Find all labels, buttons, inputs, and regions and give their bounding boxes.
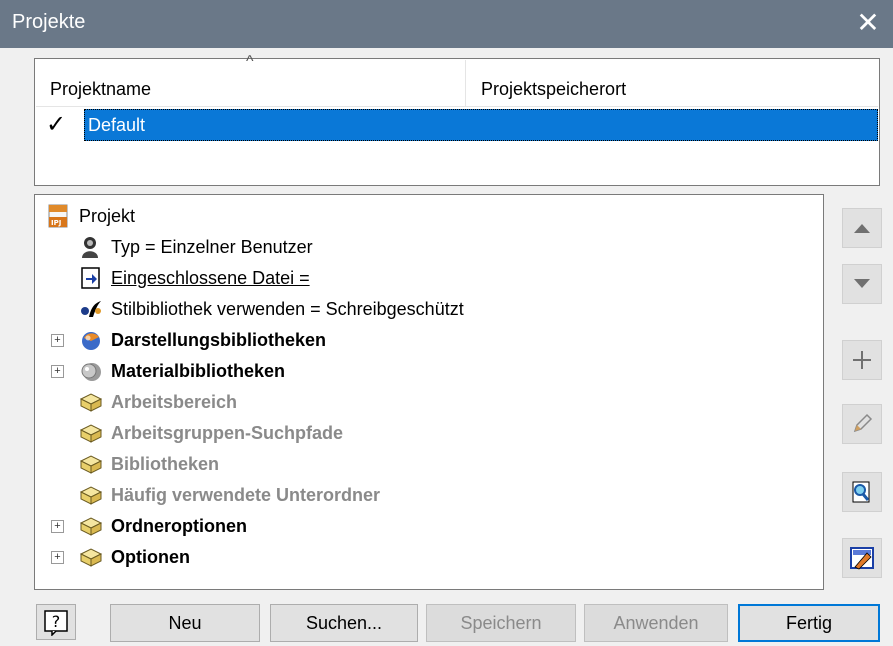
tree-item-label: Arbeitsgruppen-Suchpfade xyxy=(111,423,344,443)
close-icon[interactable]: ✕ xyxy=(849,4,887,42)
ipj-file-icon: IPJ xyxy=(48,204,68,228)
neu-button[interactable]: Neu xyxy=(110,604,260,642)
project-settings-tree[interactable]: IPJ Projekt Typ = Einzelner Benutzer Ein… xyxy=(34,194,824,590)
help-button[interactable]: ? xyxy=(36,604,76,640)
suchen-button[interactable]: Suchen... xyxy=(270,604,418,642)
svg-text:IPJ: IPJ xyxy=(51,219,61,227)
expand-icon[interactable]: + xyxy=(51,551,64,564)
tree-item-label: Optionen xyxy=(111,547,190,567)
folder-icon xyxy=(79,548,103,567)
tree-item-label: Typ = Einzelner Benutzer xyxy=(111,237,313,257)
tree-item-label: Arbeitsbereich xyxy=(111,392,238,412)
move-down-icon xyxy=(854,279,870,288)
title-bar: Projekte ✕ xyxy=(0,0,893,48)
active-project-checkmark-icon: ✓ xyxy=(46,111,67,138)
project-name-cell[interactable]: Default xyxy=(84,109,878,141)
sort-ascending-icon: ^ xyxy=(246,53,254,70)
expand-icon[interactable]: + xyxy=(51,365,64,378)
tree-item-label: Bibliotheken xyxy=(111,454,220,474)
add-path-button[interactable] xyxy=(842,340,882,380)
find-in-path-icon xyxy=(852,481,870,503)
expand-icon[interactable]: + xyxy=(51,520,64,533)
move-up-button[interactable] xyxy=(842,208,882,248)
edit-paths-button[interactable] xyxy=(842,538,882,578)
folder-icon xyxy=(79,455,103,474)
appearance-library-icon xyxy=(82,332,100,350)
column-header-projektspeicherort[interactable]: Projektspeicherort xyxy=(467,60,878,106)
folder-icon xyxy=(79,424,103,443)
edit-paths-icon xyxy=(850,547,874,570)
move-down-button[interactable] xyxy=(842,264,882,304)
expand-icon[interactable]: + xyxy=(51,334,64,347)
speichern-button[interactable]: Speichern xyxy=(426,604,576,642)
project-list[interactable]: Projektname ^ Projektspeicherort ✓ Defau… xyxy=(34,53,880,186)
fertig-button[interactable]: Fertig xyxy=(738,604,880,642)
tree-item-label: Stilbibliothek verwenden = Schreibgeschü… xyxy=(111,299,464,319)
single-user-icon xyxy=(82,237,98,258)
help-glyph: ? xyxy=(52,612,61,631)
tree-item-label: Häufig verwendete Unterordner xyxy=(111,485,381,505)
edit-icon xyxy=(853,413,873,433)
tree-item-label: Eingeschlossene Datei = xyxy=(111,268,310,288)
style-library-icon xyxy=(81,301,101,317)
find-in-path-button[interactable] xyxy=(842,472,882,512)
window-title: Projekte xyxy=(12,11,86,33)
folder-icon xyxy=(79,517,103,536)
anwenden-button[interactable]: Anwenden xyxy=(584,604,728,642)
tree-item-label: Materialbibliotheken xyxy=(111,361,286,381)
add-icon xyxy=(853,351,871,369)
help-icon: ? xyxy=(44,610,68,636)
tree-item-label: Darstellungsbibliotheken xyxy=(111,330,327,350)
move-up-icon xyxy=(854,224,870,233)
project-row-default[interactable]: ✓ Default xyxy=(36,109,878,141)
folder-icon xyxy=(79,486,103,505)
edit-path-button[interactable] xyxy=(842,404,882,444)
included-file-icon xyxy=(81,267,100,289)
folder-icon xyxy=(79,393,103,412)
tree-item-label: Ordneroptionen xyxy=(111,516,247,536)
material-library-icon xyxy=(81,363,101,381)
tree-item-label: Projekt xyxy=(79,206,136,226)
project-list-header: Projektname ^ Projektspeicherort xyxy=(36,53,878,107)
